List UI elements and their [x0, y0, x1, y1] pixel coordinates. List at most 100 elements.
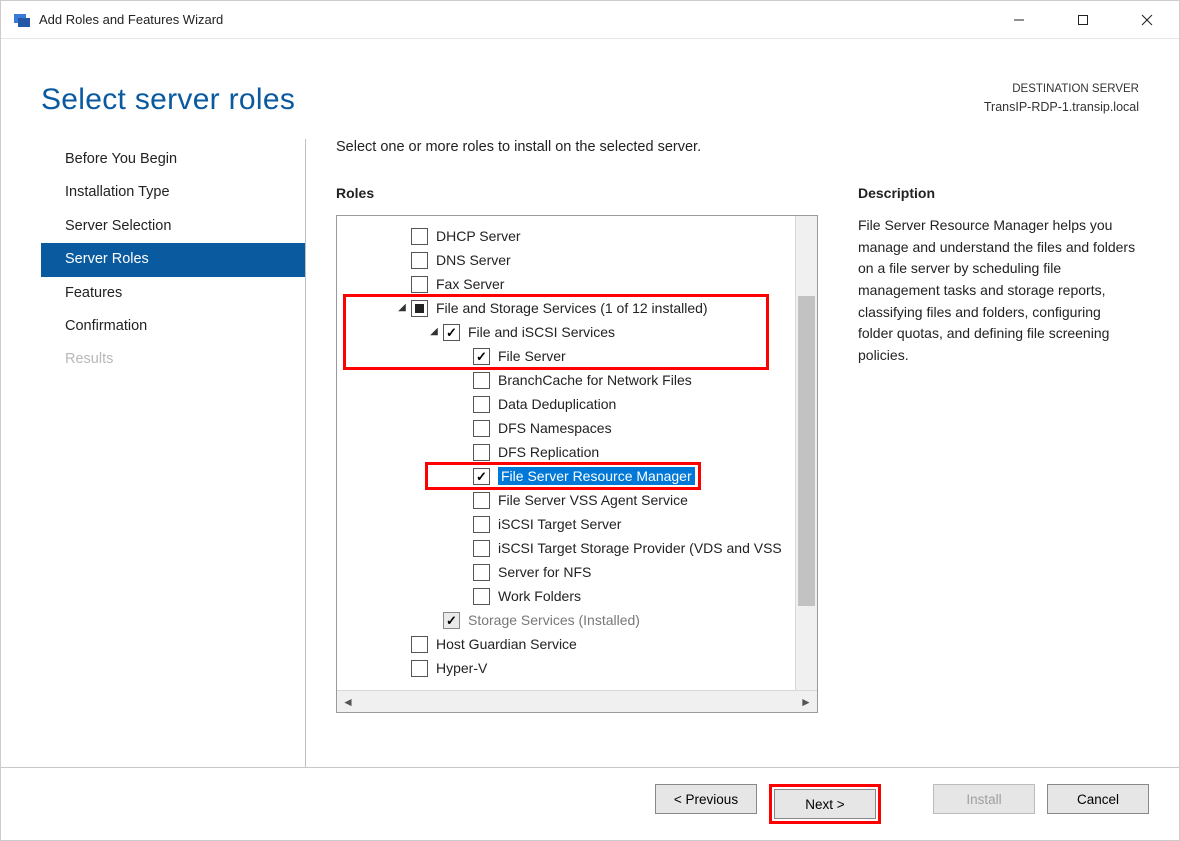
roles-column: Roles ▶DHCP Server▶DNS Server▶Fax Server… — [336, 185, 818, 767]
checkbox[interactable] — [411, 252, 428, 269]
scrollbar-thumb[interactable] — [798, 296, 815, 606]
roles-heading: Roles — [336, 185, 818, 201]
role-row[interactable]: ▶Host Guardian Service — [337, 632, 795, 656]
role-row[interactable]: ▶File Server VSS Agent Service — [337, 488, 795, 512]
vertical-scrollbar[interactable] — [795, 216, 817, 690]
role-row[interactable]: ▶File Server — [337, 344, 795, 368]
checkbox[interactable] — [473, 516, 490, 533]
role-row[interactable]: ▶DHCP Server — [337, 224, 795, 248]
checkbox[interactable] — [473, 468, 490, 485]
role-label[interactable]: Host Guardian Service — [436, 636, 577, 652]
app-icon — [13, 11, 31, 29]
role-row[interactable]: ▶DFS Namespaces — [337, 416, 795, 440]
description-heading: Description — [858, 185, 1139, 201]
body: Before You BeginInstallation TypeServer … — [1, 125, 1179, 767]
role-label[interactable]: File Server VSS Agent Service — [498, 492, 688, 508]
close-button[interactable] — [1115, 1, 1179, 39]
minimize-button[interactable] — [987, 1, 1051, 39]
role-row[interactable]: ▶Fax Server — [337, 272, 795, 296]
nav-item-before-you-begin[interactable]: Before You Begin — [41, 143, 305, 176]
role-label[interactable]: DFS Namespaces — [498, 420, 612, 436]
highlight-box-next: Next > — [769, 784, 881, 824]
role-label[interactable]: iSCSI Target Server — [498, 516, 621, 532]
role-label[interactable]: File and iSCSI Services — [468, 324, 615, 340]
window-controls — [987, 1, 1179, 39]
main-panel: Select one or more roles to install on t… — [306, 139, 1139, 767]
checkbox[interactable] — [443, 324, 460, 341]
checkbox[interactable] — [411, 276, 428, 293]
roles-tree-content[interactable]: ▶DHCP Server▶DNS Server▶Fax Server ◢ File … — [337, 216, 795, 690]
destination-label: DESTINATION SERVER — [984, 81, 1139, 98]
nav-item-results: Results — [41, 343, 305, 376]
nav-item-installation-type[interactable]: Installation Type — [41, 176, 305, 209]
description-column: Description File Server Resource Manager… — [858, 185, 1139, 767]
role-row[interactable]: ◢ File and iSCSI Services — [337, 320, 795, 344]
checkbox[interactable] — [473, 372, 490, 389]
description-text: File Server Resource Manager helps you m… — [858, 215, 1139, 367]
nav-item-confirmation[interactable]: Confirmation — [41, 310, 305, 343]
role-row[interactable]: ▶Work Folders — [337, 584, 795, 608]
role-row[interactable]: ▶Hyper-V — [337, 656, 795, 680]
role-label[interactable]: BranchCache for Network Files — [498, 372, 692, 388]
role-row[interactable]: ▶BranchCache for Network Files — [337, 368, 795, 392]
previous-button[interactable]: < Previous — [655, 784, 757, 814]
roles-tree: ▶DHCP Server▶DNS Server▶Fax Server ◢ File … — [336, 215, 818, 713]
columns: Roles ▶DHCP Server▶DNS Server▶Fax Server… — [336, 185, 1139, 767]
role-row[interactable]: ▶Storage Services (Installed) — [337, 608, 795, 632]
page-title: Select server roles — [41, 83, 295, 117]
role-row[interactable]: ▶Server for NFS — [337, 560, 795, 584]
role-label[interactable]: File Server — [498, 348, 566, 364]
role-label[interactable]: DNS Server — [436, 252, 511, 268]
checkbox[interactable] — [411, 300, 428, 317]
role-label[interactable]: DHCP Server — [436, 228, 521, 244]
caret-icon[interactable]: ◢ — [395, 302, 409, 313]
checkbox[interactable] — [473, 564, 490, 581]
role-label[interactable]: Fax Server — [436, 276, 504, 292]
header: Select server roles DESTINATION SERVER T… — [1, 39, 1179, 125]
window-title: Add Roles and Features Wizard — [39, 12, 223, 27]
checkbox[interactable] — [473, 396, 490, 413]
role-label[interactable]: DFS Replication — [498, 444, 599, 460]
role-label[interactable]: Work Folders — [498, 588, 581, 604]
scroll-right-icon[interactable]: ► — [795, 691, 817, 713]
maximize-button[interactable] — [1051, 1, 1115, 39]
role-label[interactable]: iSCSI Target Storage Provider (VDS and V… — [498, 540, 782, 556]
role-label[interactable]: Storage Services (Installed) — [468, 612, 640, 628]
nav-sidebar: Before You BeginInstallation TypeServer … — [41, 139, 306, 767]
cancel-button[interactable]: Cancel — [1047, 784, 1149, 814]
button-bar: < Previous Next > Install Cancel — [1, 767, 1179, 840]
role-label[interactable]: File Server Resource Manager — [498, 467, 695, 485]
destination-block: DESTINATION SERVER TransIP-RDP-1.transip… — [984, 81, 1139, 117]
next-button[interactable]: Next > — [774, 789, 876, 819]
role-row[interactable]: ▶DNS Server — [337, 248, 795, 272]
destination-server: TransIP-RDP-1.transip.local — [984, 98, 1139, 117]
checkbox[interactable] — [411, 636, 428, 653]
role-label[interactable]: File and Storage Services (1 of 12 insta… — [436, 300, 708, 316]
checkbox[interactable] — [473, 540, 490, 557]
nav-item-features[interactable]: Features — [41, 277, 305, 310]
role-row[interactable]: ▶Data Deduplication — [337, 392, 795, 416]
titlebar: Add Roles and Features Wizard — [1, 1, 1179, 39]
checkbox[interactable] — [473, 444, 490, 461]
checkbox — [443, 612, 460, 629]
scroll-left-icon[interactable]: ◄ — [337, 691, 359, 713]
checkbox[interactable] — [411, 228, 428, 245]
nav-item-server-selection[interactable]: Server Selection — [41, 210, 305, 243]
role-label[interactable]: Data Deduplication — [498, 396, 616, 412]
checkbox[interactable] — [473, 420, 490, 437]
role-row[interactable]: ▶File Server Resource Manager — [337, 464, 795, 488]
role-label[interactable]: Server for NFS — [498, 564, 591, 580]
checkbox[interactable] — [473, 588, 490, 605]
role-row[interactable]: ▶DFS Replication — [337, 440, 795, 464]
role-label[interactable]: Hyper-V — [436, 660, 487, 676]
install-button: Install — [933, 784, 1035, 814]
checkbox[interactable] — [473, 492, 490, 509]
checkbox[interactable] — [473, 348, 490, 365]
role-row[interactable]: ▶iSCSI Target Server — [337, 512, 795, 536]
caret-icon[interactable]: ◢ — [427, 326, 441, 337]
role-row[interactable]: ◢ File and Storage Services (1 of 12 inst… — [337, 296, 795, 320]
role-row[interactable]: ▶iSCSI Target Storage Provider (VDS and … — [337, 536, 795, 560]
horizontal-scrollbar[interactable]: ◄ ► — [337, 690, 817, 712]
nav-item-server-roles[interactable]: Server Roles — [41, 243, 305, 276]
checkbox[interactable] — [411, 660, 428, 677]
